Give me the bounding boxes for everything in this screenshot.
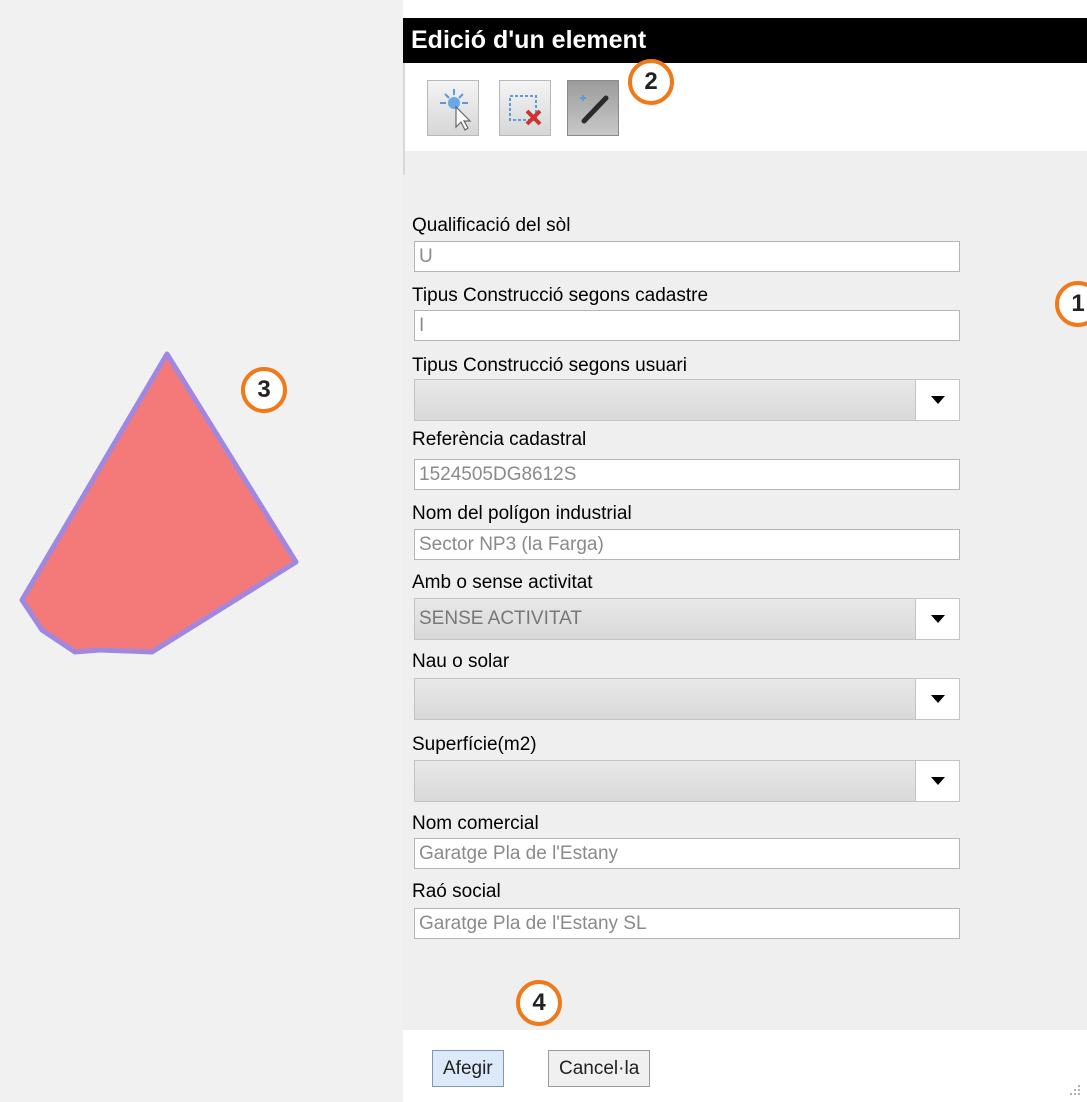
nau-select[interactable]	[414, 678, 960, 720]
callout-2: 2	[628, 59, 674, 105]
callout-3: 3	[241, 367, 287, 413]
label-tipus-usuari: Tipus Construcció segons usuari	[412, 355, 687, 376]
tipus-cadastre-input[interactable]	[414, 310, 960, 341]
chevron-down-icon	[931, 695, 945, 703]
chevron-down-icon	[931, 396, 945, 404]
tipus-usuari-dropdown[interactable]	[915, 380, 959, 420]
map-canvas[interactable]: 3	[0, 0, 403, 1102]
activitat-select[interactable]: SENSE ACTIVITAT	[414, 598, 960, 640]
edit-toolbar: 2	[403, 59, 1087, 151]
chevron-down-icon	[931, 777, 945, 785]
label-referencia: Referència cadastral	[412, 429, 587, 450]
pencil-edit-icon	[580, 95, 609, 124]
delete-selection-button[interactable]	[499, 80, 551, 136]
superficie-dropdown[interactable]	[915, 761, 959, 801]
edit-panel: Edició d'un element 2 1 Qualificació del…	[403, 0, 1087, 1102]
activitat-value: SENSE ACTIVITAT	[419, 608, 582, 629]
label-superficie: Superfície(m2)	[412, 734, 537, 755]
poligon-input[interactable]	[414, 529, 960, 560]
cancel-button[interactable]: Cancel·la	[548, 1050, 651, 1087]
label-activitat: Amb o sense activitat	[412, 572, 593, 593]
referencia-input[interactable]	[414, 459, 960, 490]
nau-dropdown[interactable]	[915, 679, 959, 719]
comercial-input[interactable]	[414, 838, 960, 869]
panel-title: Edició d'un element	[403, 18, 1087, 63]
callout-4: 4	[516, 980, 562, 1026]
label-qualificacio: Qualificació del sòl	[412, 215, 571, 236]
superficie-select[interactable]	[414, 760, 960, 802]
add-button[interactable]: Afegir	[432, 1050, 504, 1087]
chevron-down-icon	[931, 615, 945, 623]
label-comercial: Nom comercial	[412, 813, 539, 834]
label-poligon: Nom del polígon industrial	[412, 503, 632, 524]
tipus-usuari-select[interactable]	[414, 379, 960, 421]
select-node-button[interactable]	[427, 80, 479, 136]
resize-grip-icon[interactable]	[1069, 1084, 1081, 1096]
qualificacio-input[interactable]	[414, 241, 960, 272]
panel-divider	[403, 63, 405, 175]
panel-footer: Afegir Cancel·la	[403, 1030, 1087, 1102]
label-nau: Nau o solar	[412, 651, 510, 672]
social-input[interactable]	[414, 908, 960, 939]
activitat-dropdown[interactable]	[915, 599, 959, 639]
select-node-icon	[440, 89, 472, 131]
callout-1: 1	[1055, 281, 1087, 327]
map-drawing	[19, 351, 299, 655]
label-tipus-cadastre: Tipus Construcció segons cadastre	[412, 285, 709, 306]
delete-selection-icon	[509, 95, 542, 126]
panel-top-strip	[403, 0, 1087, 18]
pencil-edit-button[interactable]	[567, 80, 619, 136]
label-social: Raó social	[412, 881, 501, 902]
